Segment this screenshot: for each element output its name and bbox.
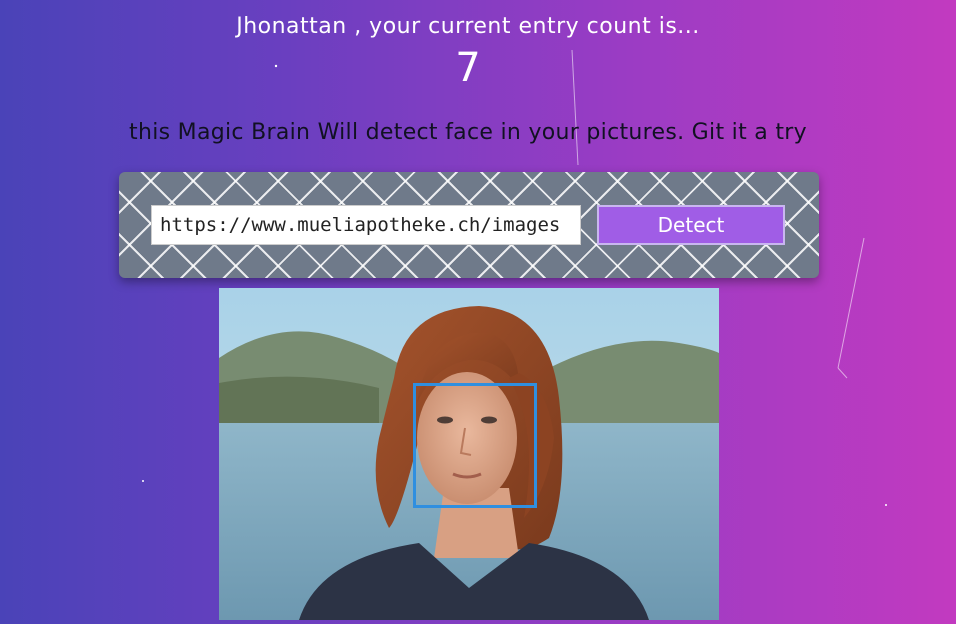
entry-count-value: 7 (455, 45, 481, 91)
tagline-text: this Magic Brain Will detect face in you… (129, 120, 807, 145)
image-url-form: Detect (119, 172, 819, 278)
detect-button[interactable]: Detect (597, 205, 785, 245)
image-url-input[interactable] (151, 205, 581, 245)
face-detection-box (413, 383, 537, 508)
entry-count-message: Jhonattan , your current entry count is.… (236, 14, 700, 39)
uploaded-photo (219, 288, 719, 620)
